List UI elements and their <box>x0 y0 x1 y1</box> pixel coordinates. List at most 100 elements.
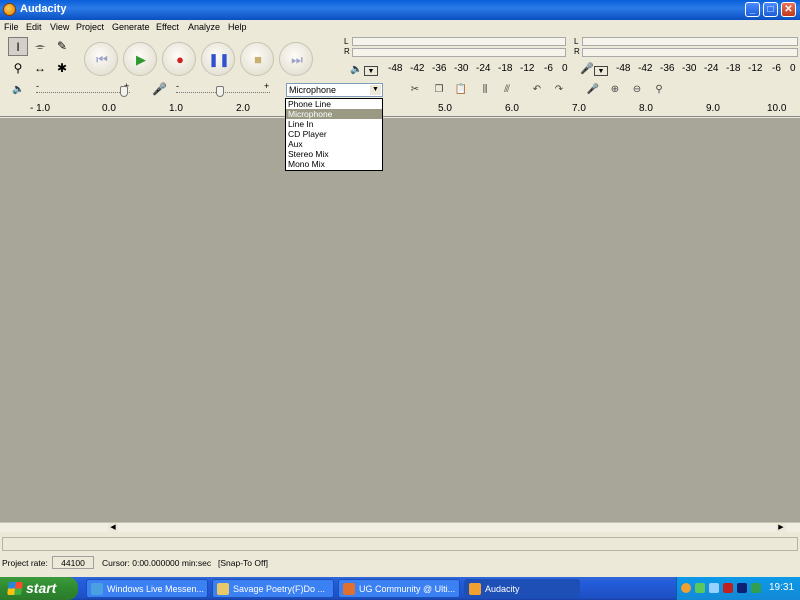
clock: 19:31 <box>769 582 795 593</box>
tray-messenger-icon[interactable] <box>695 583 705 593</box>
snap-status: [Snap-To Off] <box>218 558 268 568</box>
draw-tool-icon[interactable]: ✎ <box>52 37 72 56</box>
input-source-select[interactable]: Microphone ▼ <box>286 83 383 97</box>
dropdown-option[interactable]: Stereo Mix <box>286 149 382 159</box>
stop-button[interactable]: ■ <box>240 42 274 76</box>
pause-icon: ❚❚ <box>208 52 230 67</box>
input-meter-menu-icon[interactable]: ▼ <box>594 66 608 76</box>
input-source-dropdown: Phone Line Microphone Line In CD Player … <box>285 98 383 171</box>
dropdown-option-selected[interactable]: Microphone <box>286 109 382 119</box>
taskbar-item-savage-poetry[interactable]: Savage Poetry(F)Do ... <box>212 579 334 598</box>
tray-arrow-icon[interactable] <box>681 583 691 593</box>
meter-scale-label: -30 <box>682 63 697 74</box>
menu-help[interactable]: Help <box>228 22 247 32</box>
start-button[interactable]: start <box>0 577 78 600</box>
dropdown-option[interactable]: Phone Line <box>286 99 382 109</box>
cursor-position: Cursor: 0:00.000000 min:sec <box>102 558 212 568</box>
zoom-tool-icon[interactable]: ⚲ <box>8 59 28 78</box>
dropdown-option[interactable]: Line In <box>286 119 382 129</box>
output-meter-menu-icon[interactable]: ▼ <box>364 66 378 76</box>
redo-icon[interactable]: ↷ <box>550 82 568 98</box>
skip-start-button[interactable]: ⏮ <box>84 42 118 76</box>
dropdown-option[interactable]: Mono Mix <box>286 159 382 169</box>
trim-icon[interactable]: ⫼ <box>476 82 494 98</box>
tray-security-icon[interactable] <box>723 583 733 593</box>
input-meter-right-bar <box>582 48 798 57</box>
meter-scale-label: -48 <box>388 63 403 74</box>
silence-icon[interactable]: ⫻ <box>498 82 516 98</box>
sync-lock-icon[interactable]: 🎤 <box>584 82 602 98</box>
scroll-left-icon[interactable]: ◀ <box>108 523 118 533</box>
input-source-value: Microphone <box>289 85 337 95</box>
paste-icon[interactable]: 📋 <box>452 82 470 98</box>
taskbar-item-messenger[interactable]: Windows Live Messen... <box>86 579 208 598</box>
timeshift-tool-icon[interactable]: ↔ <box>30 59 50 78</box>
menu-generate[interactable]: Generate <box>112 22 150 32</box>
skip-end-icon: ⏭ <box>291 52 303 67</box>
dropdown-option[interactable]: CD Player <box>286 129 382 139</box>
pause-button[interactable]: ❚❚ <box>201 42 235 76</box>
taskbar-item-ug-community[interactable]: UG Community @ Ulti... <box>338 579 460 598</box>
zoom-in-icon[interactable]: ⊕ <box>606 82 624 98</box>
meter-scale-label: 0 <box>790 63 796 74</box>
input-minus-label: - <box>176 81 179 91</box>
menu-bar: File Edit View Project Generate Effect A… <box>0 20 800 35</box>
zoom-out-icon[interactable]: ⊖ <box>628 82 646 98</box>
skip-end-button[interactable]: ⏭ <box>279 42 313 76</box>
menu-analyze[interactable]: Analyze <box>188 22 220 32</box>
meter-scale-label: -24 <box>704 63 719 74</box>
record-icon: ● <box>176 52 184 67</box>
cut-icon[interactable]: ✂ <box>406 82 424 98</box>
horizontal-scrollbar[interactable]: ◀ ▶ <box>0 522 800 533</box>
track-area[interactable] <box>0 118 800 522</box>
start-label: start <box>26 580 57 596</box>
microphone-icon[interactable]: 🎤 <box>580 62 594 75</box>
output-volume-slider[interactable] <box>36 92 130 93</box>
output-meter-left-bar <box>352 37 566 46</box>
stop-icon: ■ <box>254 52 262 67</box>
menu-effect[interactable]: Effect <box>156 22 179 32</box>
tray-app-icon[interactable] <box>737 583 747 593</box>
taskbar-item-audacity[interactable]: Audacity <box>464 579 580 598</box>
tray-network-icon[interactable] <box>709 583 719 593</box>
ruler-label: 6.0 <box>505 103 519 114</box>
fit-selection-icon[interactable]: ⚲ <box>650 82 668 98</box>
menu-edit[interactable]: Edit <box>26 22 42 32</box>
meter-scale-label: -30 <box>454 63 469 74</box>
menu-view[interactable]: View <box>50 22 69 32</box>
folder-icon <box>217 583 229 595</box>
maximize-button[interactable]: □ <box>763 2 778 17</box>
meter-scale-label: -18 <box>726 63 741 74</box>
timeline-ruler[interactable]: - 1.0 0.0 1.0 2.0 5.0 6.0 7.0 8.0 9.0 10… <box>0 103 800 117</box>
meter-scale-label: -42 <box>410 63 425 74</box>
volume-speaker-icon: 🔈 <box>12 84 25 95</box>
copy-icon[interactable]: ❐ <box>430 82 448 98</box>
speaker-icon[interactable]: 🔈 <box>350 64 362 75</box>
ruler-label: 8.0 <box>639 103 653 114</box>
project-rate-field[interactable]: 44100 <box>52 556 94 569</box>
play-button[interactable]: ▶ <box>123 42 157 76</box>
taskbar-item-label: UG Community @ Ulti... <box>359 584 456 594</box>
close-button[interactable]: ✕ <box>781 2 796 17</box>
minimize-button[interactable]: _ <box>745 2 760 17</box>
chevron-down-icon[interactable]: ▼ <box>370 85 381 95</box>
record-button[interactable]: ● <box>162 42 196 76</box>
menu-project[interactable]: Project <box>76 22 104 32</box>
menu-file[interactable]: File <box>4 22 19 32</box>
selection-tool-icon[interactable]: I <box>8 37 28 56</box>
input-microphone-icon: 🎤 <box>152 82 167 96</box>
envelope-tool-icon[interactable]: ⌯ <box>30 37 50 56</box>
multi-tool-icon[interactable]: ✱ <box>52 59 72 78</box>
undo-icon[interactable]: ↶ <box>528 82 546 98</box>
taskbar-item-label: Savage Poetry(F)Do ... <box>233 584 326 594</box>
meter-left-label: L <box>344 37 349 46</box>
dropdown-option[interactable]: Aux <box>286 139 382 149</box>
meter-scale-label: -12 <box>748 63 763 74</box>
tools-toolbar: I ⌯ ✎ ⚲ ↔ ✱ <box>4 37 72 79</box>
scroll-right-icon[interactable]: ▶ <box>776 523 786 533</box>
tray-volume-icon[interactable] <box>751 583 761 593</box>
output-volume-thumb[interactable] <box>120 86 128 97</box>
project-rate-label: Project rate: <box>2 558 48 568</box>
input-volume-thumb[interactable] <box>216 86 224 97</box>
messenger-icon <box>91 583 103 595</box>
